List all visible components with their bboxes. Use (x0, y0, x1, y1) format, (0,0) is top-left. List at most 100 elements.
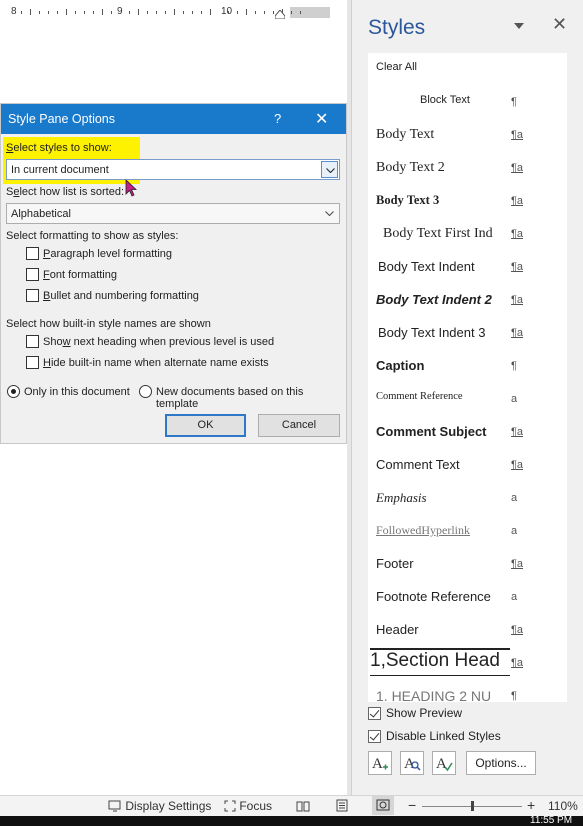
style-list-item[interactable]: Comment Subject ¶a (368, 416, 567, 449)
svg-text:A: A (372, 756, 383, 772)
right-indent-marker-icon[interactable] (275, 10, 285, 19)
print-layout-icon[interactable] (336, 799, 348, 812)
style-list-item[interactable]: Block Text ¶ (368, 86, 567, 119)
web-layout-button[interactable] (372, 796, 394, 815)
builtin-names-label: Select how built-in style names are show… (6, 318, 211, 330)
horizontal-ruler[interactable]: 8 9 10 (0, 0, 350, 24)
pane-options-dropdown-icon[interactable] (514, 23, 524, 29)
dropdown-arrow-button[interactable] (321, 161, 338, 178)
manage-styles-button[interactable]: A (432, 751, 456, 775)
style-list-item[interactable]: Body Text Indent 2 ¶a (368, 284, 567, 317)
style-list-item[interactable]: Body Text 3 ¶a (368, 185, 567, 218)
font-formatting-checkbox[interactable] (26, 268, 39, 281)
style-list-item[interactable]: Body Text Indent ¶a (368, 251, 567, 284)
disable-linked-styles-checkbox[interactable] (368, 730, 381, 744)
ruler-label: 9 (117, 6, 123, 17)
style-list-item[interactable]: 1,Section Head ¶a (368, 647, 567, 680)
style-name: Block Text (420, 94, 470, 106)
style-name: 1. HEADING 2 NU (376, 688, 492, 702)
sort-order-value: Alphabetical (11, 208, 71, 220)
zoom-in-button[interactable]: + (527, 797, 535, 813)
style-name: Footer (376, 556, 414, 571)
only-this-document-radio[interactable] (7, 385, 20, 398)
style-type-icon: ¶a (511, 129, 524, 141)
zoom-out-button[interactable]: − (408, 797, 416, 813)
style-list-item[interactable]: Clear All (368, 53, 567, 86)
new-documents-label: New documents based on this template (156, 386, 304, 410)
style-list-item[interactable]: Body Text Indent 3 ¶a (368, 317, 567, 350)
ruler-tick (183, 11, 184, 14)
ruler-tick (57, 11, 58, 14)
help-icon[interactable]: ? (274, 111, 281, 126)
style-name: Body Text Indent (378, 259, 475, 274)
show-preview-label: Show Preview (386, 706, 463, 720)
ruler-tick (165, 11, 166, 14)
web-layout-icon (376, 799, 390, 811)
new-documents-radio[interactable] (139, 385, 152, 398)
style-name: Header (376, 622, 419, 637)
style-list-item[interactable]: Emphasis a (368, 482, 567, 515)
zoom-level[interactable]: 110% (548, 799, 578, 813)
ruler-tick (147, 11, 148, 14)
show-next-heading-checkbox[interactable] (26, 335, 39, 348)
style-list-item[interactable]: Body Text First Ind ¶a (368, 218, 567, 251)
close-icon[interactable]: ✕ (552, 14, 567, 35)
dialog-title: Style Pane Options (8, 112, 116, 126)
style-list-item[interactable]: Body Text ¶a (368, 119, 567, 152)
style-list-item[interactable]: Comment Reference a (368, 383, 567, 416)
style-type-icon: ¶a (511, 327, 524, 339)
style-list-item[interactable]: Footer ¶a (368, 548, 567, 581)
ok-button[interactable]: OK (165, 414, 246, 437)
style-name: 1,Section Head (370, 648, 510, 676)
show-preview-checkbox[interactable] (368, 707, 381, 721)
style-type-icon: a (511, 492, 518, 504)
status-bar: Display Settings Focus − + 110% (0, 795, 583, 817)
focus-button[interactable]: Focus (224, 799, 272, 813)
style-type-icon: ¶a (511, 657, 524, 669)
new-style-button[interactable]: A (368, 751, 392, 775)
zoom-slider-thumb[interactable] (471, 801, 474, 811)
dropdown-arrow-button[interactable] (321, 205, 338, 222)
focus-icon (224, 800, 236, 812)
ruler-tick (210, 9, 211, 15)
sort-order-select[interactable]: Alphabetical (6, 203, 340, 224)
style-list-item[interactable]: Caption ¶ (368, 350, 567, 383)
read-mode-icon[interactable] (296, 800, 310, 812)
style-list-item[interactable]: Header ¶a (368, 614, 567, 647)
ruler-tick (75, 11, 76, 14)
style-inspector-button[interactable]: A (400, 751, 424, 775)
bullet-formatting-checkbox[interactable] (26, 289, 39, 302)
display-settings-button[interactable]: Display Settings (108, 799, 211, 813)
ruler-tick (48, 11, 49, 14)
close-icon[interactable]: ✕ (315, 109, 328, 129)
style-list-item[interactable]: 1. HEADING 2 NU ¶ (368, 680, 567, 702)
ruler-tick (228, 11, 229, 14)
cancel-button[interactable]: Cancel (258, 414, 340, 437)
style-type-icon: ¶ (511, 360, 517, 372)
style-list-item[interactable]: Comment Text ¶a (368, 449, 567, 482)
options-button[interactable]: Options... (466, 751, 536, 775)
style-list[interactable]: Clear All Block Text ¶ Body Text ¶a Body Text… (368, 53, 567, 702)
disable-linked-styles-label: Disable Linked Styles (386, 729, 501, 743)
style-list-item[interactable]: FollowedHyperlink a (368, 515, 567, 548)
paragraph-formatting-checkbox[interactable] (26, 247, 39, 260)
chevron-down-icon (326, 168, 335, 173)
show-preview-option[interactable]: Show Preview (368, 706, 463, 721)
style-list-item[interactable]: Body Text 2 ¶a (368, 152, 567, 185)
ruler-tick (21, 11, 22, 14)
style-list-item[interactable]: Footnote Reference a (368, 581, 567, 614)
style-type-icon: a (511, 525, 518, 537)
style-type-icon: ¶a (511, 162, 524, 174)
display-settings-label: Display Settings (125, 799, 212, 813)
clock: 11:55 PM (530, 815, 573, 826)
style-name: Body Text Indent 3 (378, 325, 486, 340)
styles-pane: Styles ✕ Clear All Block Text ¶ Body Text ¶a… (351, 0, 583, 795)
paragraph-formatting-label: Paragraph level formatting (43, 248, 173, 260)
style-name: Body Text (376, 127, 435, 142)
ruler-tick (111, 11, 112, 14)
style-type-icon: ¶a (511, 459, 524, 471)
disable-linked-styles-option[interactable]: Disable Linked Styles (368, 729, 501, 744)
hide-builtin-name-checkbox[interactable] (26, 356, 39, 369)
ruler-tick (93, 11, 94, 14)
styles-to-show-select[interactable]: In current document (6, 159, 340, 180)
